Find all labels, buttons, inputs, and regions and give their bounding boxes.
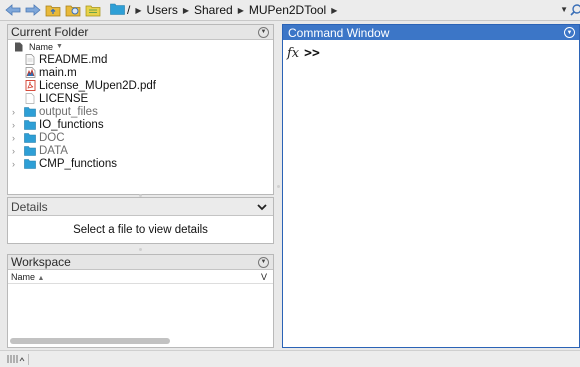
status-bar <box>0 350 580 367</box>
file-list-item[interactable]: › output_files <box>8 105 273 118</box>
file-list: README.md main.m License_MUpen2D.pdf LICENS… <box>8 53 273 170</box>
file-name: IO_functions <box>39 118 104 131</box>
splitter-handle[interactable] <box>139 248 142 251</box>
file-name: output_files <box>39 105 98 118</box>
path-dropdown-icon[interactable]: ▼ <box>560 5 568 14</box>
triangle-right-icon[interactable]: ▶ <box>328 6 340 15</box>
triangle-right-icon: ▶ <box>237 5 244 15</box>
file-name: README.md <box>39 53 108 66</box>
file-name: License_MUpen2D.pdf <box>39 79 156 92</box>
workspace-title: Workspace <box>11 255 71 269</box>
panel-menu-icon[interactable]: ▼ <box>564 27 575 38</box>
name-column-header[interactable]: Name ▼ <box>8 40 273 53</box>
expand-chevron-icon[interactable]: › <box>12 159 24 169</box>
command-window-panel[interactable]: Command Window ▼ fx >> <box>282 24 580 348</box>
folder-icon <box>24 119 36 130</box>
file-name: DATA <box>39 144 68 157</box>
breadcrumb-shared[interactable]: Shared <box>192 3 235 17</box>
current-folder-panel: Current Folder ▼ Name ▼ README.md main.m L… <box>7 24 274 195</box>
function-browser-icon[interactable]: fx <box>287 46 299 61</box>
sort-desc-icon: ▼ <box>56 43 63 50</box>
folder-icon <box>24 158 36 169</box>
expand-chevron-icon[interactable]: › <box>12 133 24 143</box>
workspace-panel: Workspace ▼ Name ▲ V <box>7 254 274 348</box>
workspace-name-column[interactable]: Name ▲ <box>11 272 44 282</box>
panel-menu-icon[interactable]: ▼ <box>258 26 269 38</box>
expand-chevron-icon[interactable]: › <box>12 146 24 156</box>
workspace-value-column[interactable]: V <box>261 272 267 282</box>
back-arrow-icon[interactable] <box>4 2 22 19</box>
name-column-label: Name <box>29 41 54 52</box>
find-files-icon[interactable] <box>84 2 102 19</box>
command-prompt: >> <box>304 46 320 61</box>
details-title: Details <box>11 199 48 214</box>
file-name: main.m <box>39 66 77 79</box>
chevron-down-icon[interactable] <box>257 200 267 214</box>
forward-arrow-icon[interactable] <box>24 2 42 19</box>
file-list-item[interactable]: LICENSE <box>8 92 273 105</box>
status-bars-icon[interactable] <box>7 353 29 365</box>
breadcrumb-users[interactable]: Users <box>145 3 180 17</box>
breadcrumb: / ▶ Users ▶ Shared ▶ MUPen2DTool ▶ <box>110 3 340 18</box>
current-folder-title: Current Folder <box>11 25 89 39</box>
expand-chevron-icon[interactable]: › <box>12 120 24 130</box>
details-message: Select a file to view details <box>73 223 208 236</box>
folder-icon <box>24 132 36 143</box>
file-list-item[interactable]: › IO_functions <box>8 118 273 131</box>
expand-chevron-icon[interactable]: › <box>12 107 24 117</box>
command-window-title: Command Window <box>288 25 390 40</box>
current-folder-header: Current Folder ▼ <box>8 25 273 40</box>
sort-asc-icon: ▲ <box>37 274 45 282</box>
breadcrumb-mupen2dtool[interactable]: MUPen2DTool <box>247 3 328 17</box>
toolbar: / ▶ Users ▶ Shared ▶ MUPen2DTool ▶ ▼ <box>0 0 580 21</box>
command-window-header: Command Window ▼ <box>283 25 579 40</box>
breadcrumb-root[interactable]: / <box>125 3 132 17</box>
command-prompt-line[interactable]: fx >> <box>283 40 579 61</box>
file-list-item[interactable]: main.m <box>8 66 273 79</box>
text-file-icon <box>24 54 36 65</box>
file-list-item[interactable]: › CMP_functions <box>8 157 273 170</box>
up-folder-icon[interactable] <box>44 2 62 19</box>
file-list-item[interactable]: README.md <box>8 53 273 66</box>
workspace-header: Workspace ▼ <box>8 255 273 270</box>
file-list-item[interactable]: License_MUpen2D.pdf <box>8 79 273 92</box>
file-name: LICENSE <box>39 92 89 105</box>
workspace-columns: Name ▲ V <box>8 270 273 284</box>
folder-icon <box>24 106 36 117</box>
details-panel: Details Select a file to view details <box>7 197 274 244</box>
search-icon[interactable] <box>570 3 580 17</box>
file-name: DOC <box>39 131 65 144</box>
triangle-right-icon: ▶ <box>182 5 189 15</box>
file-type-icon <box>14 42 23 52</box>
pdf-file-icon <box>24 80 36 91</box>
file-name: CMP_functions <box>39 157 117 170</box>
panel-menu-icon[interactable]: ▼ <box>258 256 269 268</box>
folder-icon <box>24 145 36 156</box>
horizontal-scrollbar[interactable] <box>10 338 170 344</box>
folder-icon <box>110 3 125 18</box>
triangle-right-icon: ▶ <box>135 5 142 15</box>
blank-file-icon <box>24 93 36 104</box>
browse-folder-icon[interactable] <box>64 2 82 19</box>
file-list-item[interactable]: › DATA <box>8 144 273 157</box>
details-header[interactable]: Details <box>8 198 273 216</box>
m-file-icon <box>24 67 36 78</box>
splitter-handle[interactable] <box>277 185 280 188</box>
file-list-item[interactable]: › DOC <box>8 131 273 144</box>
